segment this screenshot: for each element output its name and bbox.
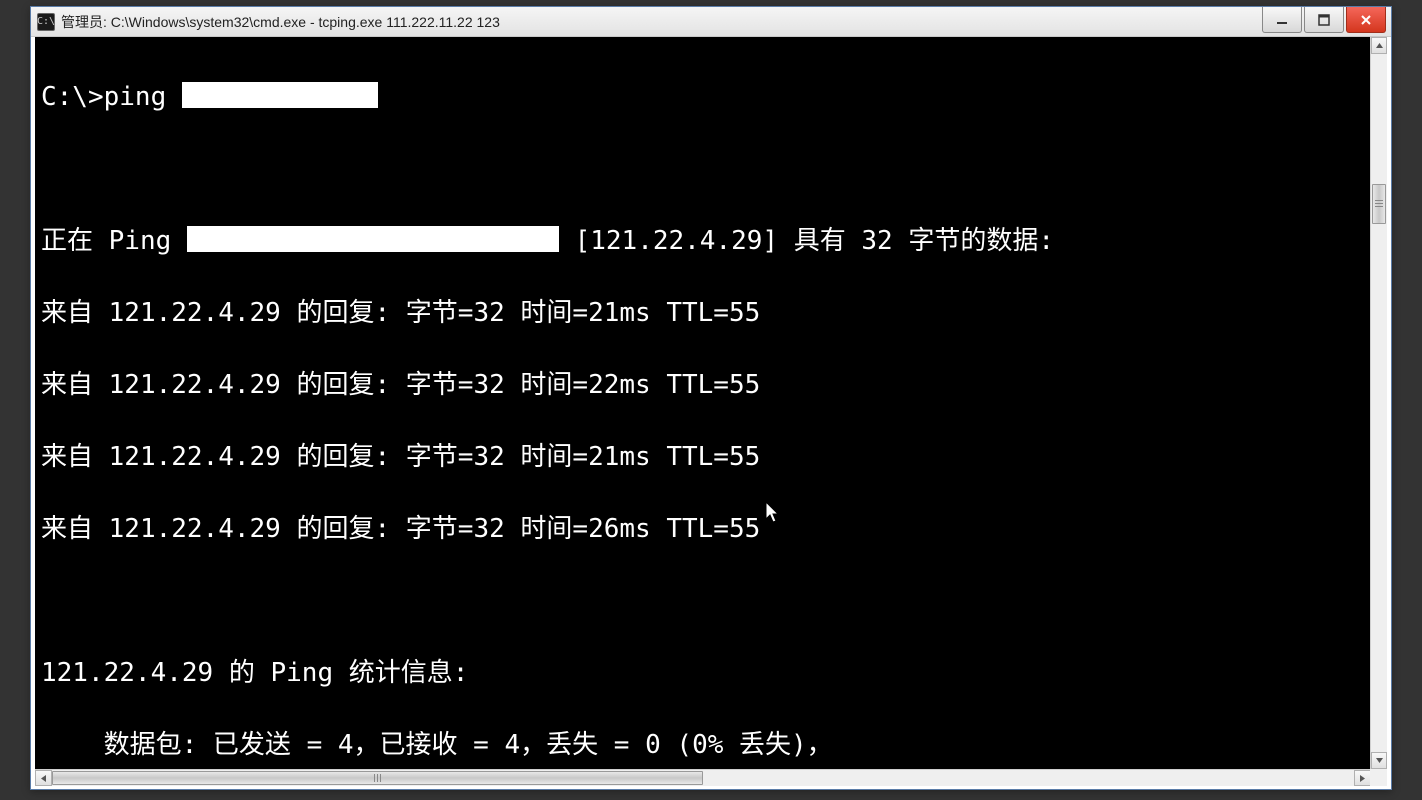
hscroll-thumb[interactable] <box>52 771 703 785</box>
ping-reply: 来自 121.22.4.29 的回复: 字节=32 时间=22ms TTL=55 <box>41 367 1365 403</box>
prompt-line: C:\>ping <box>41 82 182 112</box>
close-button[interactable] <box>1346 7 1386 33</box>
terminal-text: C:\>ping 正在 Ping [121.22.4.29] 具有 32 字节的… <box>35 37 1371 769</box>
maximize-button[interactable] <box>1304 7 1344 33</box>
hscroll-track[interactable] <box>52 770 1354 786</box>
ping-header-suffix: [121.22.4.29] 具有 32 字节的数据: <box>559 226 1054 256</box>
scroll-thumb[interactable] <box>1372 184 1386 224</box>
scroll-up-button[interactable] <box>1371 37 1387 54</box>
ping-stats-packets: 数据包: 已发送 = 4，已接收 = 4，丢失 = 0 (0% 丢失)， <box>41 727 1365 763</box>
scroll-down-button[interactable] <box>1371 752 1387 769</box>
ping-reply: 来自 121.22.4.29 的回复: 字节=32 时间=21ms TTL=55 <box>41 295 1365 331</box>
scroll-track[interactable] <box>1371 54 1387 752</box>
horizontal-scrollbar[interactable] <box>35 769 1371 786</box>
window-title: 管理员: C:\Windows\system32\cmd.exe - tcpin… <box>61 12 500 32</box>
scrollbar-corner <box>1370 769 1387 786</box>
cmd-icon: C:\ <box>37 13 55 31</box>
ping-reply: 来自 121.22.4.29 的回复: 字节=32 时间=21ms TTL=55 <box>41 439 1365 475</box>
redacted-hostname <box>187 226 559 252</box>
window-controls <box>1260 7 1391 33</box>
vertical-scrollbar[interactable] <box>1370 37 1387 769</box>
cmd-window: C:\ 管理员: C:\Windows\system32\cmd.exe - t… <box>30 6 1392 790</box>
scroll-left-button[interactable] <box>35 770 52 786</box>
ping-header-prefix: 正在 Ping <box>41 226 187 256</box>
ping-reply: 来自 121.22.4.29 的回复: 字节=32 时间=26ms TTL=55 <box>41 511 1365 547</box>
minimize-button[interactable] <box>1262 7 1302 33</box>
titlebar[interactable]: C:\ 管理员: C:\Windows\system32\cmd.exe - t… <box>31 7 1391 37</box>
console-output[interactable]: C:\>ping 正在 Ping [121.22.4.29] 具有 32 字节的… <box>35 37 1371 769</box>
ping-stats-header: 121.22.4.29 的 Ping 统计信息: <box>41 655 1365 691</box>
redacted-hostname <box>182 82 378 108</box>
scroll-right-button[interactable] <box>1354 770 1371 786</box>
